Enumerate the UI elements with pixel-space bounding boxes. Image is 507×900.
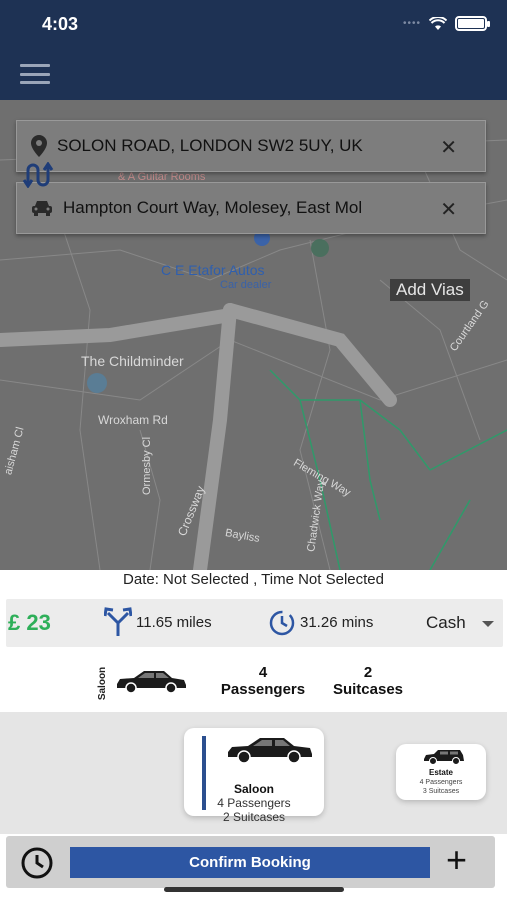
timer-icon xyxy=(269,610,295,636)
add-vias-button[interactable]: Add Vias xyxy=(390,279,470,301)
vehicle-name: Estate xyxy=(428,768,453,777)
map-label-wroxham: Wroxham Rd xyxy=(98,413,168,427)
route-fork-icon xyxy=(104,607,132,636)
poi-type: Car dealer xyxy=(220,279,272,291)
distance: 11.65 miles xyxy=(136,614,212,631)
date-time-text[interactable]: Date: Not Selected , Time Not Selected xyxy=(0,571,507,588)
estate-car-icon xyxy=(424,750,464,765)
summary-vehicle-label: Saloon xyxy=(97,666,109,701)
status-time: 4:03 xyxy=(42,14,79,34)
pickup-field[interactable]: SOLON ROAD, LONDON SW2 5UY, UK ✕ xyxy=(16,120,486,172)
app-header: 4:03 •••• xyxy=(0,0,507,100)
bottom-bar: Confirm Booking + xyxy=(6,836,495,888)
passengers-label: Passengers xyxy=(220,681,306,698)
vehicle-summary: Saloon 4 Passengers 2 Suitcases xyxy=(0,660,507,710)
confirm-booking-button[interactable]: Confirm Booking xyxy=(70,847,430,878)
clear-dropoff-icon[interactable]: ✕ xyxy=(440,197,457,222)
price: £ 23 xyxy=(8,610,51,635)
vehicle-picker[interactable]: Saloon 4 Passengers 2 Suitcases Estate 4… xyxy=(0,712,507,834)
payment-select[interactable]: Cash xyxy=(426,613,466,633)
hamburger-menu-icon[interactable] xyxy=(20,64,50,84)
taxi-icon xyxy=(32,201,52,216)
vehicle-suitcases: 2 Suitcases xyxy=(222,810,286,824)
suitcases-stat: 2 Suitcases xyxy=(326,664,410,698)
pickup-address: SOLON ROAD, LONDON SW2 5UY, UK xyxy=(57,136,363,155)
battery-icon xyxy=(455,16,490,31)
dropoff-address: Hampton Court Way, Molesey, East Mol xyxy=(63,198,363,217)
vehicle-suitcases: 3 Suitcases xyxy=(422,788,460,795)
location-pin-icon xyxy=(31,135,47,157)
vehicle-card-saloon[interactable]: Saloon 4 Passengers 2 Suitcases xyxy=(184,728,324,824)
vehicle-name: Saloon xyxy=(233,782,274,796)
clock-icon[interactable] xyxy=(20,846,54,880)
vehicle-passengers: 4 Passengers xyxy=(419,779,463,786)
map-label-ormesby: Ormesby Cl xyxy=(141,436,154,496)
fare-bar: £ 23 11.65 miles 31.26 mins Cash xyxy=(6,599,503,647)
clear-pickup-icon[interactable]: ✕ xyxy=(440,135,457,160)
passengers-count: 4 xyxy=(258,664,268,681)
home-indicator xyxy=(164,887,344,892)
chevron-down-icon[interactable] xyxy=(482,621,494,627)
poi-name[interactable]: C E Etafor Autos xyxy=(161,262,265,278)
dropoff-field[interactable]: Hampton Court Way, Molesey, East Mol ✕ xyxy=(16,182,486,234)
swap-addresses-icon[interactable] xyxy=(22,162,56,188)
status-icons: •••• xyxy=(402,16,490,31)
map-label-childminder[interactable]: The Childminder xyxy=(81,353,184,369)
saloon-car-icon xyxy=(228,738,312,764)
saloon-car-icon xyxy=(117,671,186,694)
vehicle-passengers: 4 Passengers xyxy=(217,796,291,810)
suitcases-label: Suitcases xyxy=(332,681,404,698)
suitcases-count: 2 xyxy=(363,664,373,681)
signal-icon: •••• xyxy=(402,18,421,29)
duration: 31.26 mins xyxy=(300,614,374,631)
vehicle-card-estate[interactable]: Estate 4 Passengers 3 Suitcases xyxy=(396,744,486,800)
passengers-stat: 4 Passengers xyxy=(214,664,312,698)
wifi-icon xyxy=(429,16,447,30)
plus-icon[interactable]: + xyxy=(446,840,467,880)
